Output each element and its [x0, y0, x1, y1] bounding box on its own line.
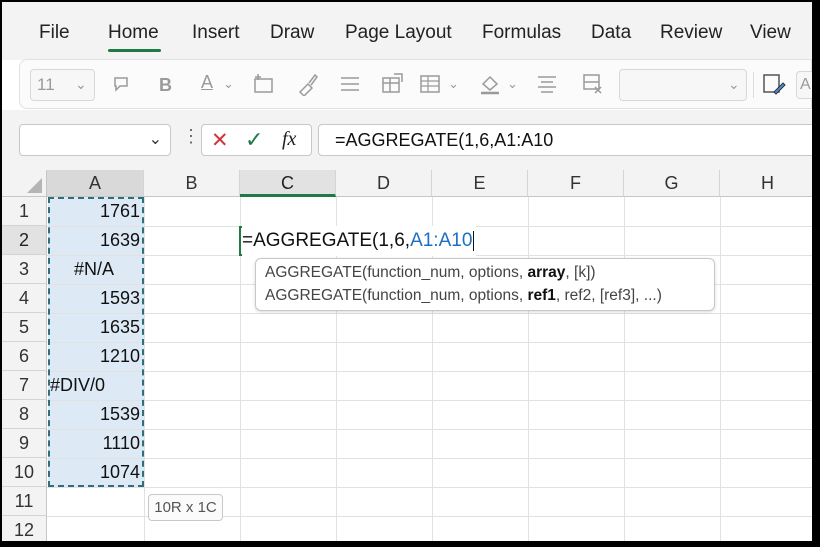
ribbon-separator	[753, 72, 754, 98]
align-icon[interactable]	[339, 73, 361, 99]
row-header-4[interactable]: 4	[2, 284, 47, 313]
font-size-dropdown[interactable]: 11 ⌄	[30, 69, 95, 101]
formula-input[interactable]: =AGGREGATE(1,6,A1:A10	[318, 124, 812, 156]
gridline	[528, 197, 529, 541]
gridline	[47, 342, 812, 343]
syntax-text: , [k])	[565, 264, 596, 281]
trailing-ribbon-label: A	[800, 76, 811, 93]
edit-range-reference: A1:A10	[410, 230, 473, 251]
row-header-9[interactable]: 9	[2, 429, 47, 458]
menu-review[interactable]: Review	[660, 22, 722, 44]
cancel-button[interactable]: ✕	[211, 128, 229, 153]
enter-button[interactable]: ✓	[245, 127, 263, 153]
gridline	[47, 313, 812, 314]
format-painter-icon[interactable]	[296, 72, 320, 100]
column-header-d[interactable]: D	[336, 170, 432, 197]
fill-color-icon[interactable]	[478, 72, 502, 100]
active-tab-indicator	[108, 49, 161, 52]
insert-function-button[interactable]: fx	[282, 128, 296, 151]
gridline	[47, 487, 812, 488]
chevron-down-icon[interactable]: ⌄	[149, 129, 162, 149]
name-box[interactable]: ⌄	[19, 124, 171, 156]
select-all-corner[interactable]	[2, 170, 47, 197]
row-header-10[interactable]: 10	[2, 458, 47, 487]
menu-page-layout[interactable]: Page Layout	[345, 22, 452, 44]
ribbon-toolbar: 11 ⌄ B A ⌄ ⌄ ⌄ ⌄ A	[19, 59, 812, 109]
justify-icon[interactable]	[536, 73, 558, 99]
menu-file[interactable]: File	[39, 22, 70, 44]
gridline	[144, 197, 145, 541]
row-header-3[interactable]: 3	[2, 255, 47, 284]
row-header-2[interactable]: 2	[2, 226, 47, 255]
current-argument: array	[527, 264, 566, 281]
gridline	[47, 458, 812, 459]
font-color-icon[interactable]: A	[201, 72, 213, 92]
row-header-6[interactable]: 6	[2, 342, 47, 371]
current-argument: ref1	[527, 287, 556, 304]
row-header-8[interactable]: 8	[2, 400, 47, 429]
syntax-reference-form[interactable]: AGGREGATE(function_num, options, ref1, r…	[265, 287, 662, 305]
gridline	[47, 429, 812, 430]
menu-view[interactable]: View	[750, 22, 791, 44]
column-header-g[interactable]: G	[624, 170, 720, 197]
paste-format-icon[interactable]	[761, 72, 787, 100]
number-format-dropdown[interactable]: ⌄	[619, 69, 747, 101]
excel-window: File Home Insert Draw Page Layout Formul…	[2, 2, 812, 541]
cell-edit-text[interactable]: =AGGREGATE(1,6,A1:A10	[242, 226, 477, 256]
wrap-text-icon[interactable]	[112, 74, 134, 100]
font-size-value: 11	[37, 75, 55, 94]
range-size-tooltip: 10R x 1C	[148, 494, 223, 521]
conditional-format-icon[interactable]	[418, 72, 444, 100]
menu-draw[interactable]: Draw	[270, 22, 314, 44]
menu-bar: File Home Insert Draw Page Layout Formul…	[2, 2, 812, 60]
menu-formulas[interactable]: Formulas	[482, 22, 561, 44]
column-header-a[interactable]: A	[47, 170, 144, 197]
gridline	[47, 371, 812, 372]
syntax-text: AGGREGATE(function_num, options,	[265, 287, 528, 304]
syntax-text: , ref2, [ref3], ...)	[555, 287, 662, 304]
formula-actions: ✕ ✓ fx	[201, 124, 312, 156]
column-header-e[interactable]: E	[432, 170, 528, 197]
insert-cells-icon[interactable]	[252, 72, 276, 100]
column-header-b[interactable]: B	[144, 170, 240, 197]
row-header-11[interactable]: 11	[2, 487, 47, 516]
gridline	[720, 197, 721, 541]
column-header-f[interactable]: F	[528, 170, 624, 197]
gridline	[624, 197, 625, 541]
spreadsheet-grid: A B C D E F G H 1 2 3 4 5 6 7 8 9 10 11 …	[2, 170, 812, 541]
column-header-h[interactable]: H	[720, 170, 812, 197]
trailing-ribbon-item[interactable]: A	[796, 71, 812, 99]
chevron-down-icon: ⌄	[75, 76, 87, 92]
edit-formula-prefix: =AGGREGATE(1,6,	[242, 230, 411, 251]
gridline	[47, 400, 812, 401]
text-caret	[473, 230, 475, 251]
referenced-range-border	[48, 197, 144, 487]
chevron-down-icon: ⌄	[728, 76, 740, 92]
delete-cells-icon[interactable]	[581, 72, 605, 100]
menu-insert[interactable]: Insert	[192, 22, 240, 44]
chevron-down-icon[interactable]: ⌄	[448, 74, 459, 94]
row-header-7[interactable]: 7	[2, 371, 47, 400]
row-header-12[interactable]: 12	[2, 516, 47, 541]
row-header-5[interactable]: 5	[2, 313, 47, 342]
format-cells-icon[interactable]	[380, 72, 406, 100]
menu-home[interactable]: Home	[108, 22, 159, 44]
bold-icon[interactable]: B	[159, 75, 172, 95]
syntax-text: AGGREGATE(function_num, options,	[265, 264, 528, 281]
column-header-c[interactable]: C	[240, 170, 336, 197]
row-header-1[interactable]: 1	[2, 197, 47, 226]
menu-data[interactable]: Data	[591, 22, 631, 44]
chevron-down-icon[interactable]: ⌄	[223, 74, 234, 94]
more-options-icon[interactable]: ⋮	[182, 126, 200, 147]
chevron-down-icon[interactable]: ⌄	[507, 74, 518, 94]
syntax-array-form[interactable]: AGGREGATE(function_num, options, array, …	[265, 264, 596, 282]
function-syntax-tooltip: AGGREGATE(function_num, options, array, …	[255, 258, 715, 311]
formula-bar: ⌄ ⋮ ✕ ✓ fx =AGGREGATE(1,6,A1:A10	[2, 110, 812, 170]
